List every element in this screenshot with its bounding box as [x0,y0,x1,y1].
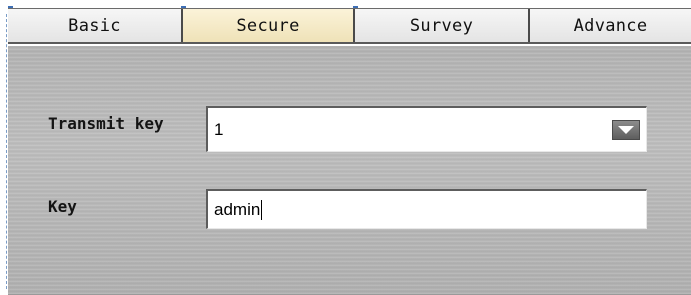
tab-advance[interactable]: Advance [530,9,691,42]
tab-secure[interactable]: Secure [183,9,355,42]
transmit-key-value: 1 [214,119,224,139]
key-input[interactable]: admin [206,189,647,229]
settings-window: Basic Secure Survey Advance Transmit key… [0,0,691,295]
tab-survey[interactable]: Survey [355,9,530,42]
dropdown-caret-shape [618,126,634,134]
key-value: admin [214,199,261,219]
tab-basic[interactable]: Basic [8,9,183,42]
transmit-key-select[interactable]: 1 [206,106,647,152]
text-cursor [261,199,263,220]
tab-bar: Basic Secure Survey Advance [8,8,691,44]
secure-settings-panel: Transmit key 1 Key admin [8,46,691,295]
transmit-key-label: Transmit key [48,114,164,133]
key-label: Key [48,197,77,216]
window-edge-marker [6,14,7,289]
chevron-down-icon[interactable] [612,120,640,140]
